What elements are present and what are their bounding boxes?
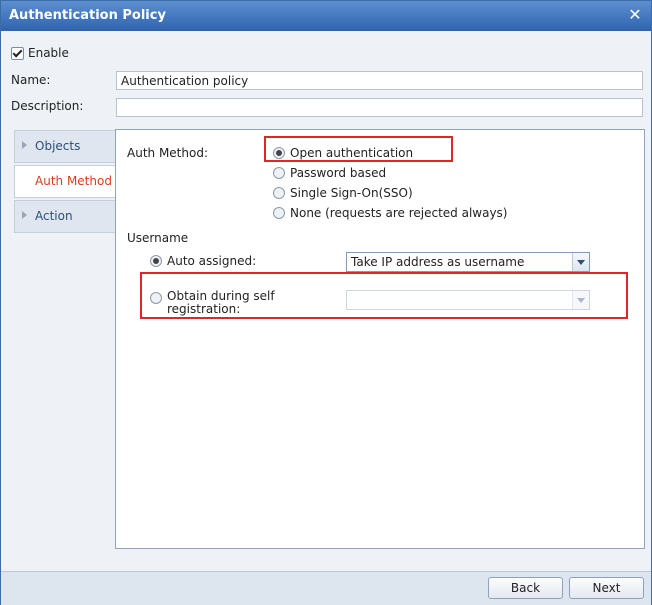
back-button[interactable]: Back [488,577,563,599]
dialog-title: Authentication Policy [9,8,166,23]
radio-icon[interactable] [273,207,285,219]
dialog-body: Enable Name: Authentication policy Descr… [1,31,651,571]
enable-checkbox[interactable] [11,46,24,60]
description-label: Description: [11,99,84,113]
username-section-label: Username [127,231,189,245]
name-label: Name: [11,73,51,87]
enable-row[interactable]: Enable [11,45,69,61]
radio-icon[interactable] [150,292,162,304]
radio-icon[interactable] [273,187,285,199]
auth-option-password[interactable]: Password based [273,166,386,180]
highlight-box-auth [264,136,453,162]
self-registration-dropdown[interactable] [346,290,590,310]
auth-method-label: Auth Method: [127,146,208,160]
auth-option-label: Password based [290,166,387,180]
auto-assigned-label: Auto assigned: [167,254,257,268]
username-auto-assigned[interactable]: Auto assigned: [150,254,256,268]
dialog-footer: Back Next [1,571,651,605]
chevron-right-icon [22,211,27,219]
auth-option-label: None (requests are rejected always) [290,206,508,220]
radio-icon[interactable] [273,167,285,179]
nav-item-objects[interactable]: Objects [14,130,116,163]
nav-item-label: Action [35,209,73,223]
auto-assigned-dropdown[interactable]: Take IP address as username [346,252,590,272]
nav-item-label: Auth Method [35,174,112,188]
dropdown-value: Take IP address as username [351,255,525,269]
auth-method-panel: Auth Method: Open authentication Passwor… [115,129,645,549]
nav-item-action[interactable]: Action [14,200,116,233]
nav-item-label: Objects [35,139,81,153]
name-input[interactable]: Authentication policy [116,71,643,90]
next-button[interactable]: Next [569,577,644,599]
dialog-window: Authentication Policy ✕ Enable Name: Aut… [0,0,652,605]
chevron-right-icon [22,141,27,149]
auth-option-label: Single Sign-On(SSO) [290,186,413,200]
auth-option-none[interactable]: None (requests are rejected always) [273,206,507,220]
close-icon[interactable]: ✕ [627,6,643,24]
auth-option-sso[interactable]: Single Sign-On(SSO) [273,186,413,200]
title-bar[interactable]: Authentication Policy ✕ [1,1,651,31]
chevron-down-icon[interactable] [572,291,589,309]
nav-item-auth-method[interactable]: Auth Method [14,165,117,198]
description-input[interactable] [116,98,643,117]
self-registration-label: Obtain during self registration: [167,289,275,316]
chevron-down-icon[interactable] [572,253,589,271]
enable-label: Enable [28,46,69,60]
radio-icon[interactable] [150,255,162,267]
username-self-registration[interactable]: Obtain during self registration: [150,290,307,316]
